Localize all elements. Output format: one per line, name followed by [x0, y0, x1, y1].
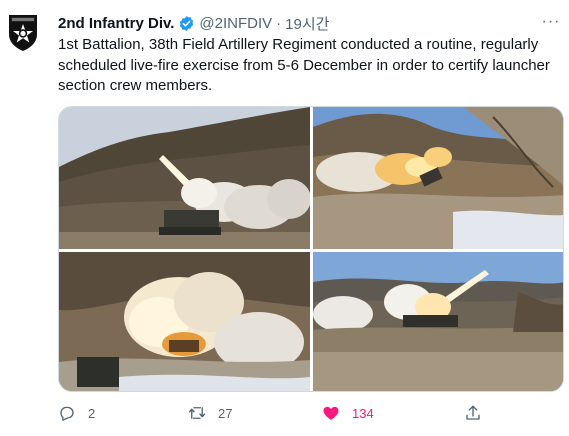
like-count: 134: [352, 405, 374, 421]
more-options-button[interactable]: ···: [540, 13, 562, 31]
tweet-text-line: 1st Battalion, 38th Field Artillery Regi…: [58, 36, 539, 53]
retweet-button[interactable]: 27: [188, 402, 232, 424]
tweet-photo-3[interactable]: [59, 252, 310, 391]
retweet-count: 27: [218, 405, 233, 421]
tweet-photo-4[interactable]: [313, 252, 563, 391]
tweet-photo-2[interactable]: [313, 107, 563, 249]
separator-dot: ·: [276, 14, 282, 32]
reply-icon: [60, 406, 74, 421]
like-button[interactable]: 134: [322, 402, 374, 424]
division-shield-icon: [9, 15, 37, 51]
avatar[interactable]: [6, 12, 40, 52]
tweet-header: 2nd Infantry Div. @2INFDIV · 19시간: [58, 12, 329, 34]
more-icon: ···: [541, 13, 561, 30]
reply-count: 2: [88, 405, 96, 421]
tweet-text-line: section crew members.: [58, 77, 213, 94]
author-name[interactable]: 2nd Infantry Div.: [58, 15, 174, 32]
heart-icon: [323, 406, 339, 420]
verified-badge-icon: [178, 15, 195, 32]
retweet-icon: [188, 407, 206, 419]
tweet[interactable]: 2nd Infantry Div. @2INFDIV · 19시간 ··· 1s…: [0, 0, 569, 436]
author-handle[interactable]: @2INFDIV: [199, 15, 272, 32]
tweet-actions: 2 27 134: [58, 402, 498, 424]
media-grid: [58, 106, 564, 392]
tweet-text-line: scheduled live-fire exercise from 5-6 De…: [58, 56, 550, 74]
tweet-timestamp[interactable]: 19시간: [285, 13, 329, 34]
share-button[interactable]: [464, 402, 494, 424]
reply-button[interactable]: 2: [58, 402, 95, 424]
tweet-photo-1[interactable]: [59, 107, 310, 249]
share-icon: [466, 405, 480, 420]
tweet-text: 1st Battalion, 38th Field Artillery Regi…: [58, 35, 558, 97]
